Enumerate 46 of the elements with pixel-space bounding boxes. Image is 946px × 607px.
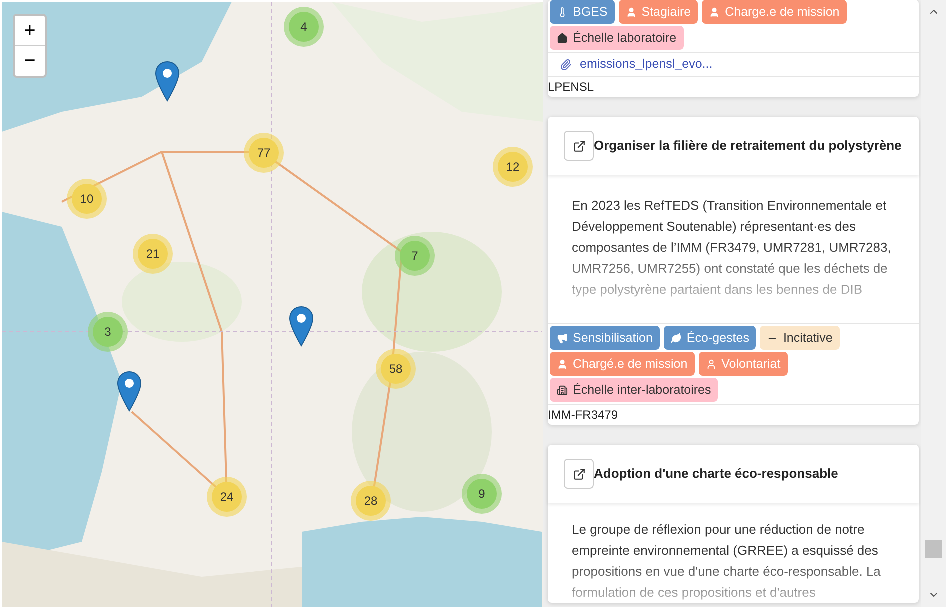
location-pin-icon[interactable]	[155, 61, 180, 102]
zoom-out-button[interactable]: −	[15, 46, 45, 76]
external-link-icon	[572, 140, 586, 152]
tag: Volontariat	[698, 352, 788, 376]
external-link-button[interactable]	[564, 459, 594, 489]
tag-icon	[557, 32, 568, 44]
tag: Incitative	[760, 326, 840, 350]
tag: Éco-gestes	[664, 326, 756, 350]
location-pin-icon[interactable]	[289, 306, 314, 347]
cluster-marker[interactable]: 12	[493, 147, 533, 187]
card-title: Adoption d'une charte éco-responsable	[594, 465, 838, 483]
cluster-marker[interactable]: 9	[462, 474, 502, 514]
cluster-marker[interactable]: 10	[67, 179, 107, 219]
tag-icon	[557, 384, 568, 396]
tag: Échelle laboratoire	[550, 26, 684, 50]
tag: BGES	[550, 0, 615, 24]
tag: Stagiaire	[618, 0, 698, 24]
tag: Charge.e de mission	[702, 0, 847, 24]
scrollbar[interactable]	[921, 0, 946, 607]
tag-icon	[626, 6, 637, 18]
cluster-marker[interactable]: 4	[284, 7, 324, 47]
cluster-marker[interactable]: 7	[395, 236, 435, 276]
tag-icon	[557, 332, 568, 344]
tag: Sensibilisation	[550, 326, 660, 350]
tag: Échelle inter-laboratoires	[550, 378, 718, 402]
card-footer: IMM-FR3479	[548, 406, 618, 424]
cluster-marker[interactable]: 24	[207, 477, 247, 517]
tag-icon	[557, 358, 568, 370]
external-link-button[interactable]	[564, 131, 594, 161]
card-title: Organiser la filière de retraitement du polystyrène	[594, 137, 902, 155]
zoom-in-button[interactable]: +	[15, 16, 45, 46]
tag-icon	[706, 358, 717, 370]
cluster-marker[interactable]: 21	[133, 234, 173, 274]
paperclip-icon	[560, 58, 572, 70]
tag-icon	[709, 6, 720, 18]
cluster-marker[interactable]: 58	[376, 349, 416, 389]
cluster-marker[interactable]: 77	[244, 133, 284, 173]
tag-icon	[670, 332, 682, 344]
external-link-icon	[572, 468, 586, 480]
card-footer: LPENSL	[548, 78, 594, 96]
scrollbar-thumb[interactable]	[925, 540, 942, 558]
cluster-marker[interactable]: 28	[351, 481, 391, 521]
cluster-marker[interactable]: 3	[88, 312, 128, 352]
tag: Chargé.e de mission	[550, 352, 695, 376]
attachment-link[interactable]: emissions_lpensl_evo...	[580, 55, 713, 74]
location-pin-icon[interactable]	[117, 371, 142, 412]
